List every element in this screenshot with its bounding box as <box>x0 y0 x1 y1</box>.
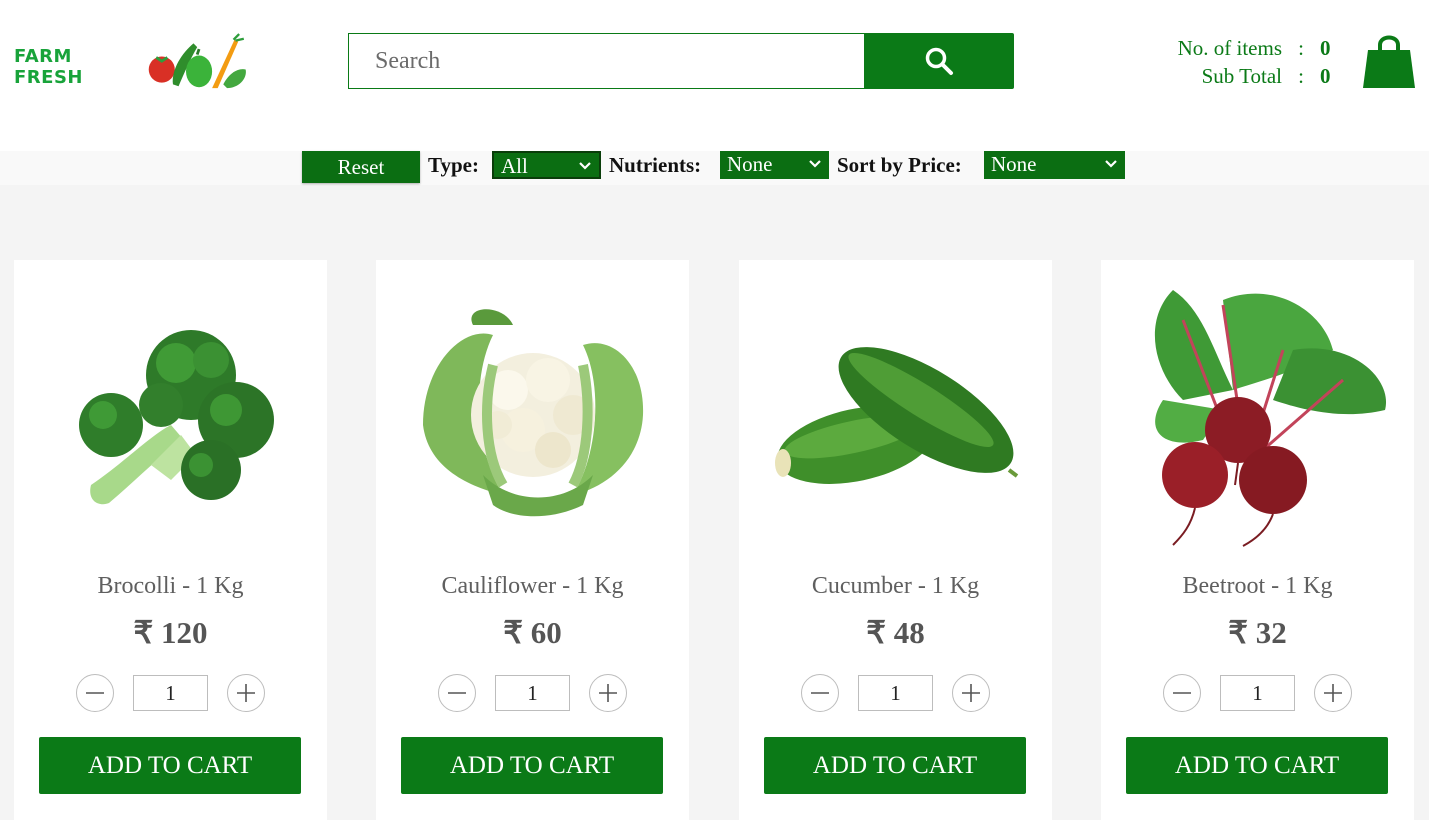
product-name: Cauliflower - 1 Kg <box>441 573 624 599</box>
cucumber-image <box>774 347 1018 484</box>
beetroot-image <box>1154 290 1386 547</box>
cart-items-label: No. of items <box>1177 36 1282 60</box>
minus-icon <box>811 692 829 694</box>
increment-button[interactable] <box>227 674 265 712</box>
cart-subtotal-separator: : <box>1298 64 1304 88</box>
product-image-box <box>1121 280 1394 550</box>
decrement-button[interactable] <box>1163 674 1201 712</box>
product-card: Beetroot - 1 Kg ₹ 32 ADD TO CART <box>1101 260 1414 820</box>
quantity-input[interactable] <box>858 675 933 711</box>
quantity-stepper <box>376 673 689 713</box>
nutrients-select[interactable]: None <box>720 151 829 179</box>
brand-logo[interactable]: FARM FRESH <box>14 30 249 96</box>
product-image-box <box>34 280 307 550</box>
nutrients-filter-label: Nutrients: <box>609 153 702 177</box>
decrement-button[interactable] <box>438 674 476 712</box>
chevron-down-icon <box>579 162 591 170</box>
cauliflower-image <box>422 309 643 517</box>
product-card: Cucumber - 1 Kg ₹ 48 ADD TO CART <box>739 260 1052 820</box>
shopping-bag-icon[interactable] <box>1362 32 1416 90</box>
plus-icon <box>962 684 980 702</box>
type-filter-label: Type: <box>428 153 479 177</box>
cart-subtotal-label: Sub Total <box>1201 64 1282 88</box>
quantity-input[interactable] <box>133 675 208 711</box>
type-select-value: All <box>501 154 528 178</box>
brand-name: FARM FRESH <box>14 46 83 88</box>
product-price: ₹ 32 <box>1228 615 1287 650</box>
nutrients-select-value: None <box>727 152 773 176</box>
product-card: Cauliflower - 1 Kg ₹ 60 ADD TO CART <box>376 260 689 820</box>
product-image-box <box>759 280 1032 550</box>
broccoli-image <box>78 330 274 505</box>
type-select[interactable]: All <box>492 151 601 179</box>
minus-icon <box>86 692 104 694</box>
decrement-button[interactable] <box>76 674 114 712</box>
minus-icon <box>1173 692 1191 694</box>
vegetables-logo-icon <box>148 33 246 89</box>
filter-bar <box>0 151 1429 185</box>
reset-button[interactable]: Reset <box>302 151 420 183</box>
product-name: Beetroot - 1 Kg <box>1182 573 1333 599</box>
cart-subtotal-value: 0 <box>1320 64 1331 88</box>
quantity-stepper <box>739 673 1052 713</box>
search-input[interactable] <box>348 33 864 89</box>
cart-items-count: 0 <box>1320 36 1331 60</box>
chevron-down-icon <box>1105 160 1117 168</box>
product-card: Brocolli - 1 Kg ₹ 120 ADD TO CART <box>14 260 327 820</box>
quantity-stepper <box>1101 673 1414 713</box>
add-to-cart-button[interactable]: ADD TO CART <box>39 737 301 794</box>
search-icon <box>925 47 953 75</box>
add-to-cart-button[interactable]: ADD TO CART <box>1126 737 1388 794</box>
quantity-input[interactable] <box>1220 675 1295 711</box>
product-price: ₹ 48 <box>866 615 925 650</box>
product-name: Brocolli - 1 Kg <box>97 573 244 599</box>
cart-items-separator: : <box>1298 36 1304 60</box>
sort-price-label: Sort by Price: <box>837 153 962 177</box>
minus-icon <box>448 692 466 694</box>
quantity-stepper <box>14 673 327 713</box>
sort-price-select[interactable]: None <box>984 151 1125 179</box>
increment-button[interactable] <box>1314 674 1352 712</box>
add-to-cart-button[interactable]: ADD TO CART <box>401 737 663 794</box>
add-to-cart-button[interactable]: ADD TO CART <box>764 737 1026 794</box>
plus-icon <box>599 684 617 702</box>
decrement-button[interactable] <box>801 674 839 712</box>
product-name: Cucumber - 1 Kg <box>811 573 980 599</box>
cart-subtotal-row: Sub Total : 0 <box>1150 62 1340 90</box>
search-bar <box>348 33 1014 89</box>
product-image-box <box>396 280 669 550</box>
cart-items-row: No. of items : 0 <box>1150 34 1340 62</box>
increment-button[interactable] <box>952 674 990 712</box>
search-button[interactable] <box>864 33 1014 89</box>
sort-price-select-value: None <box>991 152 1037 176</box>
plus-icon <box>1324 684 1342 702</box>
increment-button[interactable] <box>589 674 627 712</box>
chevron-down-icon <box>809 160 821 168</box>
quantity-input[interactable] <box>495 675 570 711</box>
product-price: ₹ 60 <box>503 615 562 650</box>
product-price: ₹ 120 <box>133 615 208 650</box>
plus-icon <box>237 684 255 702</box>
cart-summary: No. of items : 0 Sub Total : 0 <box>1150 34 1340 90</box>
